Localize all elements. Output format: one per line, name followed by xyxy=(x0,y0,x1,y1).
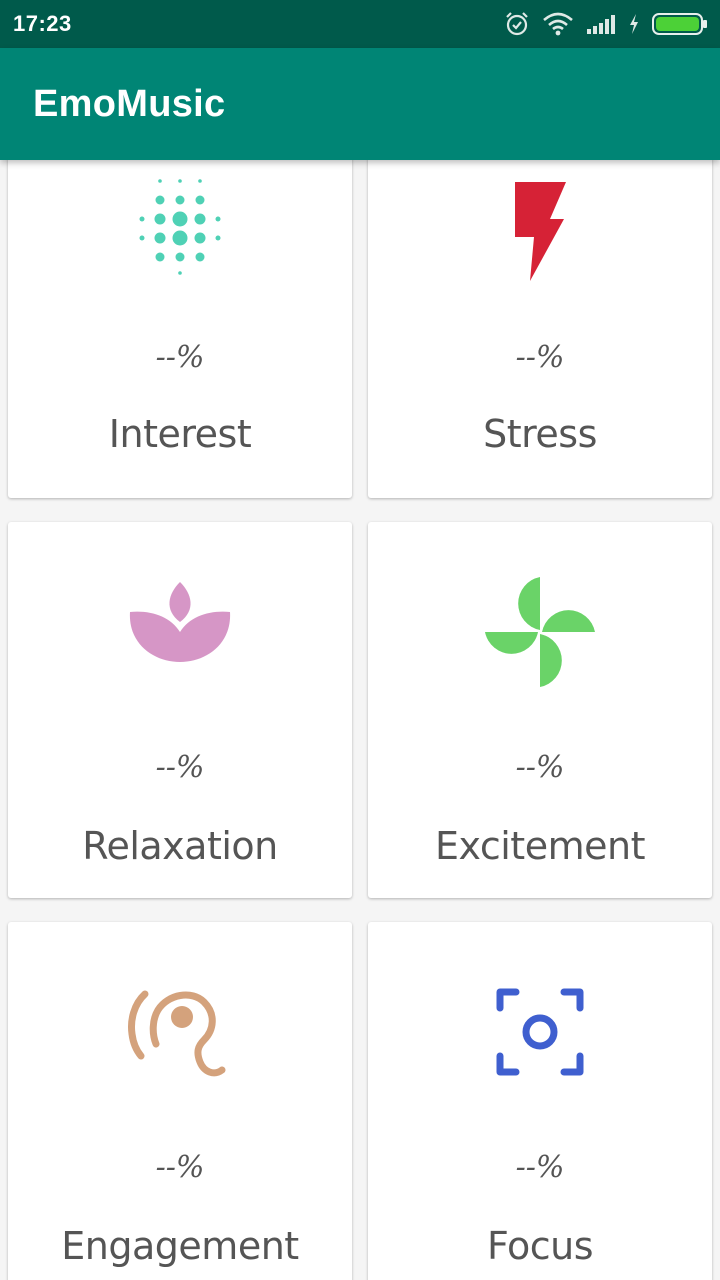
card-focus[interactable]: --% Focus xyxy=(368,922,712,1280)
app-bar: EmoMusic xyxy=(0,48,720,160)
excitement-value: --% xyxy=(515,750,565,785)
alarm-icon xyxy=(504,11,530,37)
charging-icon xyxy=(628,13,640,35)
interest-value: --% xyxy=(155,340,205,375)
relaxation-label: Relaxation xyxy=(82,824,278,868)
status-time: 17:23 xyxy=(13,11,72,36)
focus-label: Focus xyxy=(486,1224,594,1268)
card-engagement[interactable]: --% Engagement xyxy=(8,922,352,1280)
status-bar: 17:23 xyxy=(0,0,720,48)
card-excitement[interactable]: --% Excitement xyxy=(368,522,712,898)
engagement-label: Engagement xyxy=(61,1224,299,1268)
card-relaxation[interactable]: --% Relaxation xyxy=(8,522,352,898)
pinwheel-icon xyxy=(480,572,600,692)
emotion-grid: --% Interest --% Stress --% Relaxation -… xyxy=(0,160,720,1280)
excitement-label: Excitement xyxy=(435,824,645,868)
focus-icon xyxy=(480,972,600,1092)
engagement-value: --% xyxy=(155,1150,205,1185)
stress-value: --% xyxy=(515,340,565,375)
card-interest[interactable]: --% Interest xyxy=(8,160,352,498)
stress-label: Stress xyxy=(483,412,597,456)
battery-icon xyxy=(652,12,708,36)
lotus-icon xyxy=(120,572,240,692)
signal-icon xyxy=(586,13,616,35)
dots-icon xyxy=(120,165,240,285)
wifi-icon xyxy=(542,12,574,36)
card-stress[interactable]: --% Stress xyxy=(368,160,712,498)
app-title: EmoMusic xyxy=(33,82,226,125)
ear-icon xyxy=(120,972,240,1092)
relaxation-value: --% xyxy=(155,750,205,785)
status-icons xyxy=(504,11,708,37)
interest-label: Interest xyxy=(108,412,252,456)
lightning-icon xyxy=(480,165,600,285)
focus-value: --% xyxy=(515,1150,565,1185)
